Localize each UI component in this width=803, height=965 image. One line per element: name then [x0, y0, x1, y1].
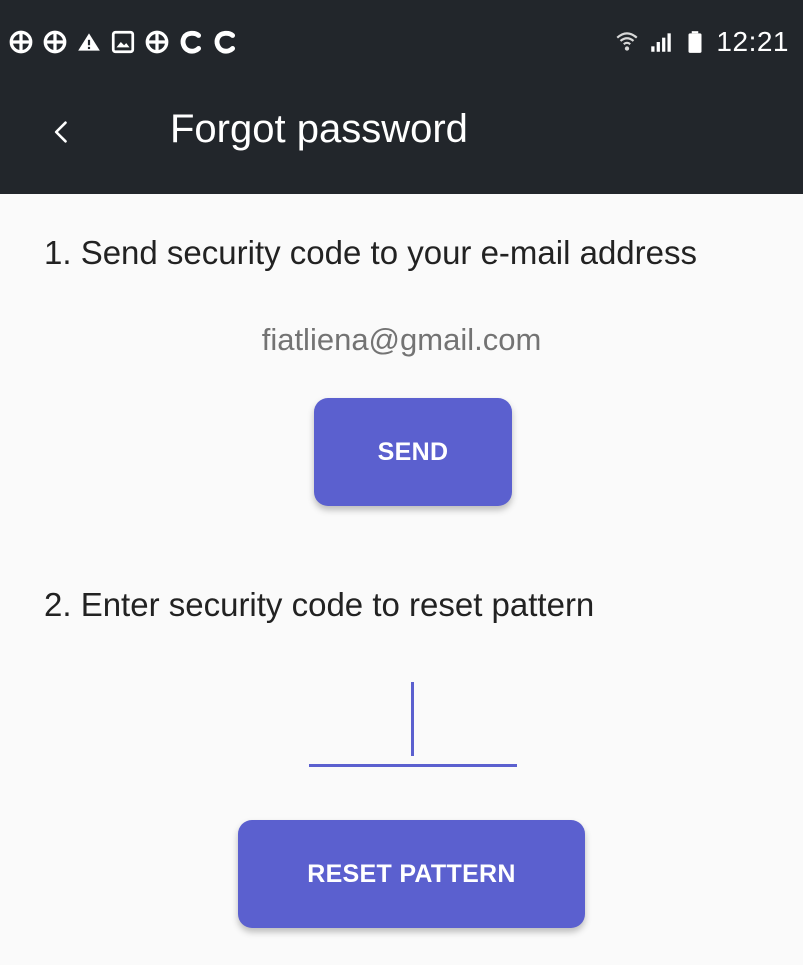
status-left-icons: [8, 20, 238, 64]
send-button[interactable]: SEND: [314, 398, 512, 506]
toolbar: Forgot password: [0, 84, 803, 194]
status-bar: 12:21: [0, 0, 803, 84]
reset-pattern-button[interactable]: RESET PATTERN: [238, 820, 585, 928]
image-icon: [110, 29, 136, 55]
circle-grid-icon: [144, 29, 170, 55]
step2-label: 2. Enter security code to reset pattern: [44, 586, 595, 623]
page-title: Forgot password: [170, 107, 468, 151]
top-bar: 12:21 Forgot password: [0, 0, 803, 194]
security-code-input[interactable]: [309, 682, 517, 768]
back-button[interactable]: [34, 104, 90, 160]
status-time: 12:21: [716, 26, 789, 57]
battery-icon: [682, 29, 708, 55]
c-icon: [178, 29, 204, 55]
c-icon: [212, 29, 238, 55]
reset-pattern-button-label: RESET PATTERN: [307, 859, 516, 888]
email-address: fiatliena@gmail.com: [261, 322, 542, 357]
circle-grid-icon: [42, 29, 68, 55]
signal-icon: [648, 29, 674, 55]
status-right-icons: 12:21: [614, 20, 789, 64]
forgot-password-content: 1. Send security code to your e-mail add…: [0, 194, 803, 965]
wifi-icon: [614, 29, 640, 55]
chevron-left-icon: [48, 118, 76, 146]
send-button-label: SEND: [377, 437, 449, 466]
step1-label: 1. Send security code to your e-mail add…: [44, 234, 697, 271]
text-cursor: [411, 682, 414, 756]
circle-grid-icon: [8, 29, 34, 55]
warning-icon: [76, 29, 102, 55]
input-underline: [309, 764, 517, 767]
